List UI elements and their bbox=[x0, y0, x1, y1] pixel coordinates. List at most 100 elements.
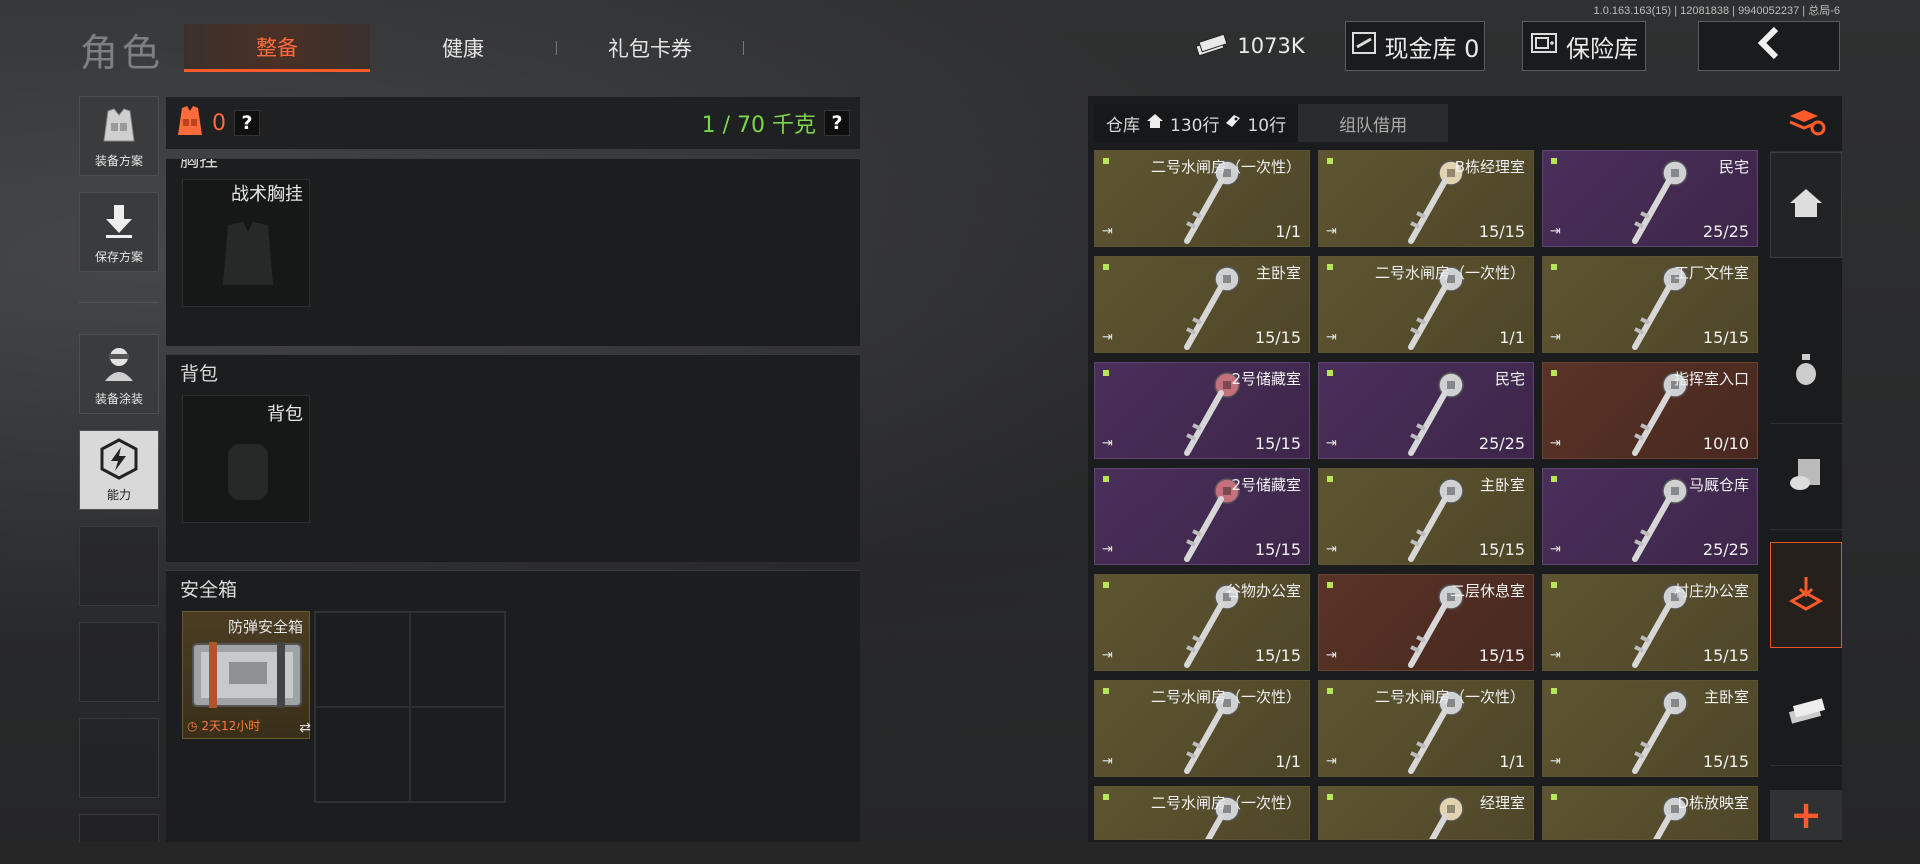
rail-accessory-button[interactable] bbox=[1770, 424, 1842, 530]
rail-grenade-button[interactable] bbox=[1770, 318, 1842, 424]
warehouse-item[interactable]: 主卧室 15/15 ⇥ bbox=[1094, 256, 1310, 353]
weight-help-button[interactable]: ? bbox=[824, 110, 850, 136]
chest-rig-slot-label: 战术胸挂 bbox=[231, 184, 303, 205]
sidebar-label-ability: 能力 bbox=[106, 488, 131, 502]
empty-sidebar-slot bbox=[79, 814, 159, 844]
secure-case-image bbox=[192, 642, 302, 708]
chevron-left-icon bbox=[1754, 26, 1784, 66]
new-item-dot bbox=[1103, 582, 1109, 588]
vest-icon bbox=[100, 97, 138, 152]
carry-weight: 1 / 70 千克 bbox=[701, 113, 816, 138]
warehouse-item[interactable]: 二号水闸房（一次性） 1/1 ⇥ bbox=[1318, 680, 1534, 777]
add-button[interactable]: + bbox=[1770, 790, 1842, 840]
top-tabs: 整备 健康 礼包卡券 bbox=[184, 24, 744, 72]
chest-rig-slot[interactable]: 战术胸挂 bbox=[182, 179, 310, 307]
rail-key-button[interactable] bbox=[1770, 542, 1842, 648]
swap-icon[interactable]: ⇄ bbox=[299, 720, 311, 736]
new-item-dot bbox=[1327, 688, 1333, 694]
warehouse-item[interactable]: 2号储藏室 15/15 ⇥ bbox=[1094, 468, 1310, 565]
warehouse-item[interactable]: B栋经理室 15/15 ⇥ bbox=[1318, 150, 1534, 247]
secure-grid-cell[interactable] bbox=[315, 707, 410, 802]
loadout-plan-button[interactable]: 装备方案 bbox=[79, 96, 159, 176]
secure-container-label: 防弹安全箱 bbox=[227, 618, 303, 636]
warehouse-item[interactable]: 二号水闸房（一次性） 1/1 ⇥ bbox=[1318, 256, 1534, 353]
secure-container-title: 安全箱 bbox=[180, 579, 238, 601]
key-icon bbox=[1632, 690, 1688, 774]
tab-health[interactable]: 健康 bbox=[370, 24, 556, 72]
item-name: 谷物办公室 bbox=[1225, 582, 1301, 600]
new-item-dot bbox=[1327, 264, 1333, 270]
warehouse-item[interactable]: 2号储藏室 15/15 ⇥ bbox=[1094, 362, 1310, 459]
warehouse-item[interactable]: 经理室 bbox=[1318, 786, 1534, 840]
money-display: 1073K bbox=[1190, 21, 1310, 71]
tab-equipment[interactable]: 整备 bbox=[184, 24, 370, 72]
tab-gift-cards[interactable]: 礼包卡券 bbox=[557, 24, 743, 72]
ability-button[interactable]: 能力 bbox=[79, 430, 159, 510]
chest-rig-placeholder-icon bbox=[223, 222, 273, 285]
item-quantity: 1/1 bbox=[1275, 222, 1301, 241]
money-icon bbox=[1195, 32, 1229, 61]
extract-icon: ⇥ bbox=[1550, 542, 1561, 557]
new-item-dot bbox=[1103, 688, 1109, 694]
item-name: 经理室 bbox=[1479, 794, 1525, 812]
new-item-dot bbox=[1327, 476, 1333, 482]
warehouse-item[interactable]: D栋放映室 bbox=[1542, 786, 1758, 840]
warehouse-item[interactable]: 民宅 25/25 ⇥ bbox=[1318, 362, 1534, 459]
rail-home-button[interactable] bbox=[1770, 152, 1842, 258]
warehouse-item[interactable]: 工厂文件室 15/15 ⇥ bbox=[1542, 256, 1758, 353]
armor-help-button[interactable]: ? bbox=[234, 110, 260, 136]
item-name: 二号水闸房（一次性） bbox=[1374, 688, 1525, 706]
warehouse-item[interactable]: 二层休息室 15/15 ⇥ bbox=[1318, 574, 1534, 671]
secure-grid-cell[interactable] bbox=[410, 612, 505, 707]
rail-cash-button[interactable] bbox=[1770, 660, 1842, 766]
tab-team-borrow[interactable]: 组队借用 bbox=[1298, 104, 1449, 142]
key-icon bbox=[1408, 372, 1464, 456]
layers-refresh-icon bbox=[1786, 106, 1826, 142]
empty-sidebar-slot bbox=[79, 622, 159, 702]
soldier-icon bbox=[99, 335, 139, 390]
secure-grid-cell[interactable] bbox=[315, 612, 410, 707]
key-icon bbox=[1184, 266, 1240, 350]
backpack-slot-label: 背包 bbox=[267, 404, 303, 425]
backpack-slot[interactable]: 背包 bbox=[182, 395, 310, 523]
item-quantity: 15/15 bbox=[1478, 222, 1525, 241]
new-item-dot bbox=[1327, 370, 1333, 376]
warehouse-item[interactable]: 二号水闸房（一次性） bbox=[1094, 786, 1310, 840]
key-tag-icon bbox=[1225, 113, 1241, 133]
warehouse-item[interactable]: 主卧室 15/15 ⇥ bbox=[1318, 468, 1534, 565]
backpack-placeholder-icon bbox=[228, 444, 268, 500]
item-name: 主卧室 bbox=[1479, 476, 1525, 494]
warehouse-item[interactable]: 主卧室 15/15 ⇥ bbox=[1542, 680, 1758, 777]
extract-icon: ⇥ bbox=[1326, 224, 1337, 239]
new-item-dot bbox=[1103, 158, 1109, 164]
warehouse-item[interactable]: 村庄办公室 15/15 ⇥ bbox=[1542, 574, 1758, 671]
extract-icon: ⇥ bbox=[1550, 330, 1561, 345]
warehouse-item[interactable]: 民宅 25/25 ⇥ bbox=[1542, 150, 1758, 247]
warehouse-item[interactable]: 二号水闸房（一次性） 1/1 ⇥ bbox=[1094, 680, 1310, 777]
secure-container-slot[interactable]: 防弹安全箱 ◷ 2天12小时 ⇄ bbox=[182, 611, 311, 739]
key-icon bbox=[1408, 478, 1464, 562]
warehouse-tabs: 仓库 130行 10行 组队借用 bbox=[1094, 104, 1470, 142]
item-name: 村庄办公室 bbox=[1673, 582, 1749, 600]
warehouse-item[interactable]: 谷物办公室 15/15 ⇥ bbox=[1094, 574, 1310, 671]
cash-vault-label: 现金库 0 bbox=[1384, 34, 1480, 63]
save-plan-button[interactable]: 保存方案 bbox=[79, 192, 159, 272]
item-quantity: 15/15 bbox=[1254, 434, 1301, 453]
item-quantity: 1/1 bbox=[1499, 752, 1525, 771]
extract-icon: ⇥ bbox=[1102, 754, 1113, 769]
cash-vault-button[interactable]: 现金库 0 bbox=[1345, 21, 1485, 71]
rail-sort-button[interactable] bbox=[1770, 96, 1842, 152]
warehouse-item[interactable]: 二号水闸房（一次性） 1/1 ⇥ bbox=[1094, 150, 1310, 247]
back-button[interactable] bbox=[1698, 21, 1840, 71]
safe-vault-button[interactable]: 保险库 bbox=[1522, 21, 1646, 71]
warehouse-item[interactable]: 指挥室入口 10/10 ⇥ bbox=[1542, 362, 1758, 459]
tab-warehouse[interactable]: 仓库 130行 10行 bbox=[1094, 104, 1299, 142]
extract-icon: ⇥ bbox=[1326, 648, 1337, 663]
warehouse-item[interactable]: 马厩仓库 25/25 ⇥ bbox=[1542, 468, 1758, 565]
accessory-icon bbox=[1788, 457, 1824, 497]
item-name: 二号水闸房（一次性） bbox=[1150, 794, 1301, 812]
equipment-skin-button[interactable]: 装备涂装 bbox=[79, 334, 159, 414]
secure-container-grid bbox=[314, 611, 506, 803]
secure-grid-cell[interactable] bbox=[410, 707, 505, 802]
cash-vault-icon bbox=[1351, 31, 1377, 61]
